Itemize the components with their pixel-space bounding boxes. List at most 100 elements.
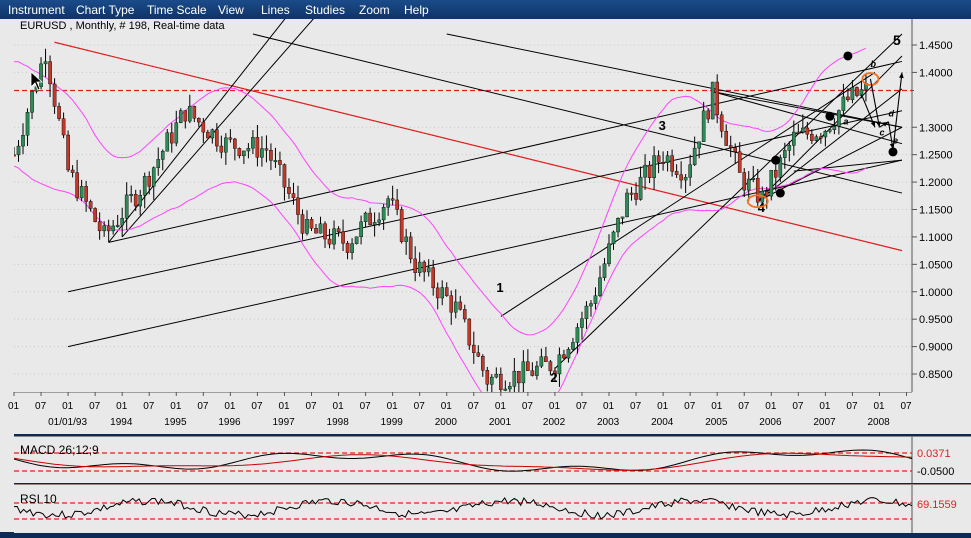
- candle-body: [508, 386, 512, 390]
- candle-body: [251, 137, 255, 149]
- candle-body: [147, 176, 152, 187]
- envelope-bands: [14, 47, 867, 392]
- candle-body: [336, 228, 341, 233]
- candle-body: [242, 150, 246, 157]
- rsi-panel[interactable]: RSI 10 69.1559: [13, 484, 971, 533]
- trend-line: [67, 110, 903, 293]
- trend-line: [554, 33, 903, 369]
- price-tick-label: 1.0500: [919, 259, 953, 271]
- trend-line: [793, 159, 903, 172]
- candle-body: [273, 160, 278, 163]
- menu-time-scale[interactable]: Time Scale: [147, 3, 207, 17]
- rsi-chart: RSI 10 69.1559: [13, 485, 957, 533]
- menu-view[interactable]: View: [218, 3, 244, 17]
- candle-body: [228, 137, 233, 140]
- candle-body: [75, 172, 79, 199]
- year-tick-label: 1996: [218, 417, 241, 428]
- wave-marker-icon: [825, 111, 835, 121]
- candle-body: [192, 106, 197, 119]
- candle-body: [377, 219, 381, 223]
- macd-panel[interactable]: MACD 26;12;9 0.0371 -0.0500: [13, 436, 971, 483]
- candle-body: [737, 151, 742, 173]
- price-tick-label: 1.4500: [919, 40, 953, 52]
- price-chart-panel[interactable]: 12345abcde 1.45001.40001.36701.30001.250…: [14, 19, 971, 392]
- candle-body: [665, 155, 670, 164]
- rsi-value: 69.1559: [917, 499, 957, 511]
- trend-line: [757, 88, 903, 202]
- candle-body: [787, 145, 792, 151]
- candle-body: [178, 110, 183, 123]
- left-strip: [0, 19, 14, 532]
- macd-level: -0.0500: [917, 466, 954, 478]
- year-tick-label: 2008: [867, 417, 890, 428]
- candle-body: [535, 365, 539, 376]
- candle-body: [183, 110, 188, 122]
- price-chart[interactable]: 12345abcde 1.45001.40001.36701.30001.250…: [14, 19, 971, 392]
- candle-body: [742, 172, 747, 191]
- candle-body: [237, 148, 242, 157]
- menu-bar: Instrument Chart Type Time Scale View Li…: [0, 0, 971, 19]
- candle-body: [165, 132, 170, 152]
- wave-label: 3: [659, 118, 666, 133]
- menu-help[interactable]: Help: [404, 3, 429, 17]
- candle-body: [652, 155, 656, 179]
- candle-body: [341, 231, 345, 244]
- trend-line: [67, 159, 903, 348]
- candle-body: [773, 169, 778, 178]
- candle-body: [801, 127, 805, 133]
- wave-marker-icon: [775, 188, 785, 198]
- menu-studies[interactable]: Studies: [305, 3, 345, 17]
- candle-body: [332, 228, 336, 245]
- candle-body: [115, 224, 120, 227]
- candle-body: [93, 208, 97, 222]
- candle-body: [503, 388, 508, 391]
- candle-body: [138, 195, 143, 207]
- candle-body: [300, 214, 305, 234]
- candle-body: [683, 177, 688, 181]
- candle-body: [187, 106, 192, 122]
- candle-body: [359, 221, 363, 238]
- wave-label: 2: [550, 370, 557, 385]
- candle-body: [462, 309, 467, 320]
- candle-body: [841, 96, 846, 111]
- year-tick-label: 2004: [651, 417, 674, 428]
- candle-body: [706, 110, 710, 120]
- candle-body: [679, 174, 683, 181]
- month-tick-label: 07: [522, 401, 534, 412]
- month-tick-label: 07: [360, 401, 372, 412]
- month-tick-label: 07: [468, 401, 480, 412]
- candle-body: [755, 178, 760, 203]
- candle-body: [169, 132, 174, 144]
- candle-body: [476, 352, 481, 357]
- wave-label: 1: [496, 280, 503, 295]
- candle-body: [792, 131, 796, 146]
- candle-body: [435, 287, 440, 299]
- candle-body: [467, 318, 472, 346]
- menu-instrument[interactable]: Instrument: [8, 3, 65, 17]
- price-tick-label: 1.2000: [919, 177, 953, 189]
- menu-lines[interactable]: Lines: [261, 3, 290, 17]
- candle-body: [629, 192, 634, 195]
- candle-body: [539, 356, 544, 367]
- candle-body: [643, 164, 647, 178]
- candle-body: [557, 354, 562, 375]
- candle-body: [846, 96, 850, 101]
- month-tick-label: 01: [873, 401, 885, 412]
- price-grid: [14, 44, 912, 375]
- candle-body: [670, 155, 674, 172]
- year-tick-label: 2006: [759, 417, 782, 428]
- candle-body: [97, 221, 102, 232]
- menu-chart-type[interactable]: Chart Type: [76, 3, 134, 17]
- candle-body: [724, 130, 729, 146]
- month-tick-label: 07: [143, 401, 155, 412]
- menu-zoom[interactable]: Zoom: [359, 3, 390, 17]
- candle-body: [323, 223, 327, 240]
- month-tick-label: 01: [170, 401, 182, 412]
- candle-body: [837, 110, 841, 127]
- candle-body: [674, 171, 679, 175]
- candle-body: [61, 118, 66, 136]
- macd-chart: MACD 26;12;9 0.0371 -0.0500: [13, 437, 954, 483]
- candle-body: [823, 130, 828, 138]
- candle-body: [819, 136, 823, 139]
- candle-body: [215, 129, 219, 147]
